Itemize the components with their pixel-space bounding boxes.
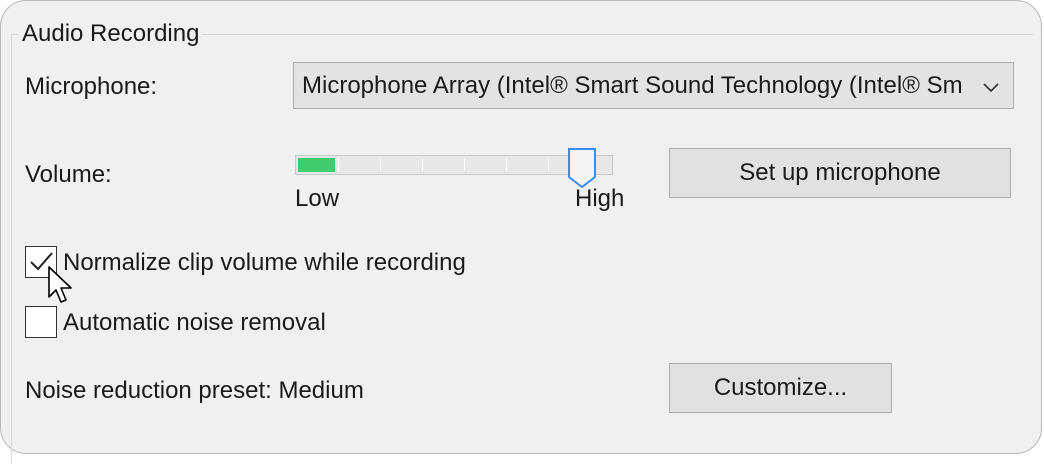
audio-recording-panel: Audio Recording Microphone: Microphone A…	[0, 0, 1042, 464]
microphone-label: Microphone:	[25, 73, 158, 100]
volume-slider-track[interactable]	[295, 155, 613, 175]
normalize-label[interactable]: Normalize clip volume while recording	[63, 249, 466, 277]
slider-tick	[422, 159, 423, 171]
noise-reduction-preset-text: Noise reduction preset: Medium	[25, 377, 364, 404]
microphone-select[interactable]: Microphone Array (Intel® Smart Sound Tec…	[293, 62, 1014, 109]
group-title: Audio Recording	[19, 19, 203, 49]
noise-removal-label[interactable]: Automatic noise removal	[63, 309, 326, 337]
set-up-microphone-button[interactable]: Set up microphone	[669, 148, 1011, 198]
slider-tick	[548, 159, 549, 171]
customize-button[interactable]: Customize...	[669, 363, 892, 413]
chevron-down-icon	[983, 83, 999, 93]
slider-tick	[338, 159, 339, 171]
microphone-select-value: Microphone Array (Intel® Smart Sound Tec…	[302, 72, 963, 99]
volume-high-label: High	[575, 185, 625, 212]
volume-label: Volume:	[25, 161, 112, 188]
volume-low-label: Low	[295, 185, 340, 212]
slider-tick	[506, 159, 507, 171]
input-level-meter	[298, 158, 335, 172]
mouse-cursor-icon	[48, 266, 72, 303]
slider-tick	[464, 159, 465, 171]
volume-slider-thumb[interactable]	[567, 147, 597, 189]
slider-tick	[380, 159, 381, 171]
noise-removal-checkbox[interactable]	[25, 306, 57, 338]
